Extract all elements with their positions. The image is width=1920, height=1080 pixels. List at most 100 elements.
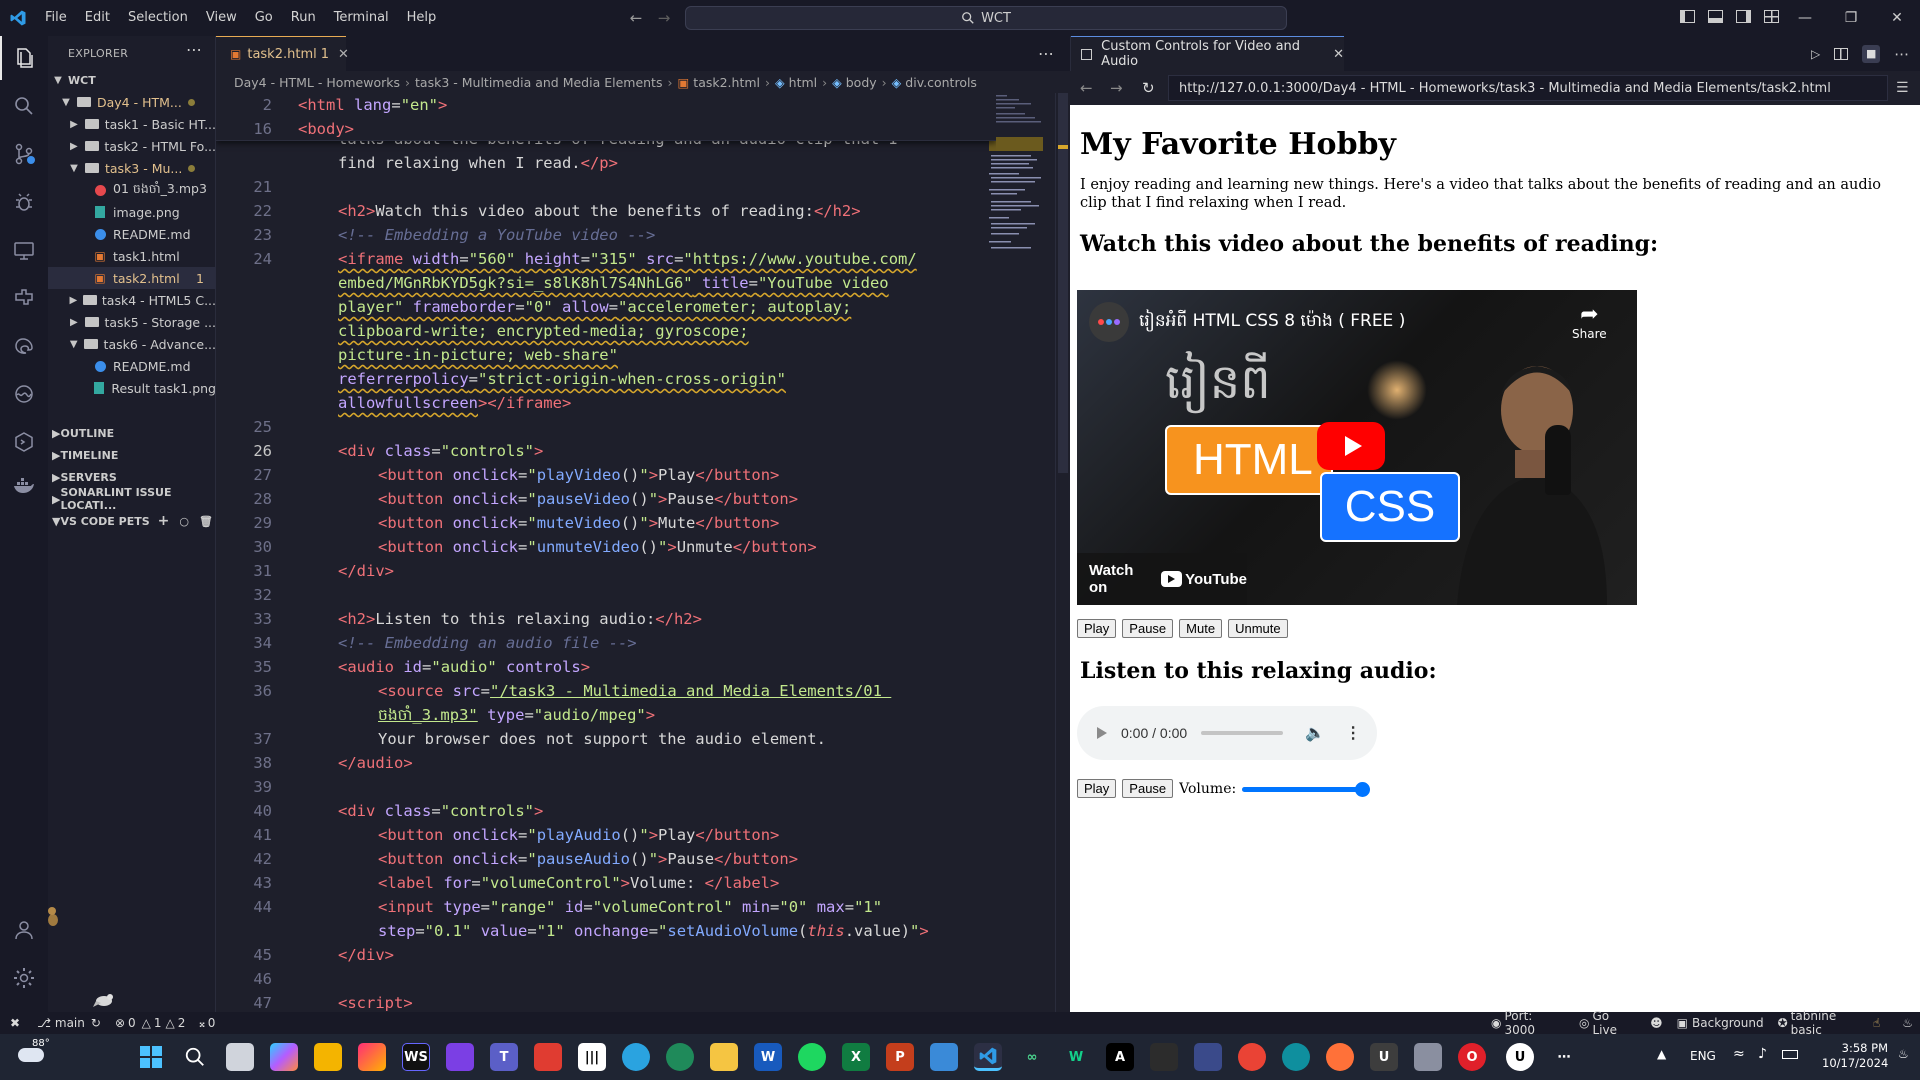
volume-icon[interactable]: ♪	[1758, 1046, 1767, 1062]
video-mute-button[interactable]: Mute	[1179, 619, 1223, 638]
settings-gear-icon[interactable]	[0, 956, 48, 1000]
youtube-play-button[interactable]	[1317, 422, 1385, 470]
preview-more-icon[interactable]: ⋯	[1894, 45, 1909, 63]
video-pause-button[interactable]: Pause	[1122, 619, 1174, 638]
run-preview-icon[interactable]: ▷	[1811, 47, 1820, 61]
share-button[interactable]: ➦ Share	[1572, 302, 1607, 341]
problems-indicator[interactable]: ⊗ 0 △ 1 △ 2	[108, 1016, 192, 1030]
add-pet-icon[interactable]: +	[158, 513, 170, 529]
volume-slider[interactable]	[1242, 781, 1371, 797]
tabnine-indicator[interactable]: ✪ tabnine basic ☝	[1771, 1009, 1888, 1037]
git-gui-app-icon[interactable]	[534, 1043, 562, 1071]
edge-devtools-icon[interactable]	[0, 324, 48, 368]
breadcrumb-item[interactable]: html	[789, 75, 817, 90]
forward-arrow-icon[interactable]: →	[650, 9, 678, 27]
notifications-bell[interactable]: ♨	[1895, 1016, 1920, 1030]
store-app-icon[interactable]	[314, 1043, 342, 1071]
tree-item[interactable]: README.md	[48, 223, 216, 245]
code-editor[interactable]: 2<html lang="en"> 16<body> talks about t…	[216, 93, 996, 1012]
video-play-button[interactable]: Play	[1077, 619, 1117, 638]
tree-item[interactable]: ▼ task6 - Advance...	[48, 333, 216, 355]
powerpoint-app-icon[interactable]: P	[886, 1043, 914, 1071]
toggle-secondary-sidebar-icon[interactable]	[1736, 10, 1751, 23]
people-app-icon[interactable]	[1414, 1043, 1442, 1071]
tree-item[interactable]: README.md	[48, 355, 216, 377]
minimize-button[interactable]: —	[1782, 0, 1828, 36]
background-indicator[interactable]: ▣ Background	[1670, 1016, 1771, 1030]
figma-app-icon[interactable]	[1150, 1043, 1178, 1071]
trash-icon[interactable]: 🗑	[199, 515, 213, 528]
minimap[interactable]	[985, 93, 1055, 1012]
menu-view[interactable]: View	[197, 0, 246, 36]
editor-scrollbar[interactable]	[1055, 93, 1069, 1012]
restore-button[interactable]: ❐	[1828, 0, 1874, 36]
tabnine-app-icon[interactable]: U	[1506, 1043, 1534, 1071]
section-sonarlint-issue-locati[interactable]: ▶ SONARLINT ISSUE LOCATI...	[48, 486, 216, 512]
spotify-app-icon[interactable]	[798, 1043, 826, 1071]
menu-file[interactable]: File	[36, 0, 76, 36]
tree-item[interactable]: ▣ task1.html	[48, 245, 216, 267]
preview-back-icon[interactable]: ←	[1080, 79, 1093, 97]
tree-item[interactable]: ▣ task2.html 1	[48, 267, 216, 289]
menu-go[interactable]: Go	[246, 0, 282, 36]
remote-explorer-icon[interactable]	[0, 228, 48, 272]
audio-play-icon[interactable]	[1097, 727, 1107, 739]
accounts-icon[interactable]	[0, 908, 48, 952]
video-unmute-button[interactable]: Unmute	[1228, 619, 1288, 638]
preview-url-field[interactable]: http://127.0.0.1:3000/Day4 - HTML - Home…	[1168, 75, 1888, 101]
customize-layout-icon[interactable]	[1764, 10, 1779, 23]
tab-preview[interactable]: Custom Controls for Video and Audio ✕	[1071, 36, 1344, 71]
tab-close-icon[interactable]: ✕	[338, 47, 349, 62]
virtualbox-app-icon[interactable]	[930, 1043, 958, 1071]
codeium-app-icon[interactable]: ∞	[1018, 1043, 1046, 1071]
visual-studio-app-icon[interactable]	[1194, 1043, 1222, 1071]
go-live-button[interactable]: ◎ Go Live	[1572, 1009, 1643, 1037]
breadcrumb-item[interactable]: task3 - Multimedia and Media Elements	[415, 75, 662, 90]
ubuntu-app-icon[interactable]: U	[1370, 1043, 1398, 1071]
run-debug-icon[interactable]	[0, 180, 48, 224]
channel-avatar[interactable]	[1089, 302, 1129, 342]
tree-item[interactable]: ▼ task3 - Mu...	[48, 157, 216, 179]
opera-app-icon[interactable]: O	[1458, 1043, 1486, 1071]
timeline-wave-icon[interactable]	[0, 372, 48, 416]
excel-app-icon[interactable]: X	[842, 1043, 870, 1071]
copilot-app-icon[interactable]	[270, 1043, 298, 1071]
lock-icon[interactable]: ■	[1862, 45, 1881, 63]
tree-item[interactable]: Result task1.png	[48, 377, 216, 399]
tree-item[interactable]: ▼ Day4 - HTM...	[48, 91, 216, 113]
tree-item[interactable]: ▶ task2 - HTML Fo...	[48, 135, 216, 157]
audio-play-button[interactable]: Play	[1077, 779, 1117, 798]
command-center-search[interactable]: WCT	[685, 6, 1287, 30]
vscode-app-icon[interactable]	[974, 1043, 1002, 1071]
menu-terminal[interactable]: Terminal	[325, 0, 398, 36]
menu-help[interactable]: Help	[398, 0, 446, 36]
audio-progress-track[interactable]	[1201, 731, 1284, 735]
video-title[interactable]: រៀនអំពី HTML CSS 8 ម៉ោង ( FREE )	[1139, 310, 1405, 335]
editor-more-icon[interactable]: ⋯	[1038, 44, 1054, 63]
notion-app-icon[interactable]: |||	[578, 1043, 606, 1071]
webstorm-app-icon[interactable]: WS	[402, 1043, 430, 1071]
ball-icon[interactable]: ○	[179, 515, 189, 528]
edge-app-icon[interactable]	[1282, 1043, 1310, 1071]
section-outline[interactable]: ▶ OUTLINE	[48, 422, 216, 444]
tree-item[interactable]: image.png	[48, 201, 216, 223]
task-view-icon[interactable]	[226, 1043, 254, 1071]
volume-slider-thumb[interactable]	[1355, 781, 1371, 797]
breadcrumb-item[interactable]: body	[846, 75, 877, 90]
taskbar-more-icon[interactable]: ⋯	[1550, 1043, 1578, 1071]
teams-app-icon[interactable]: T	[490, 1043, 518, 1071]
back-arrow-icon[interactable]: ←	[622, 9, 650, 27]
wifi-icon[interactable]: ≈	[1733, 1046, 1745, 1062]
menu-edit[interactable]: Edit	[76, 0, 119, 36]
telegram-app-icon[interactable]	[622, 1043, 650, 1071]
podcast-app-icon[interactable]	[446, 1043, 474, 1071]
workspace-root[interactable]: ▼ WCT	[48, 69, 216, 91]
section-servers[interactable]: ▶ SERVERS	[48, 466, 216, 488]
audio-pause-button[interactable]: Pause	[1122, 779, 1174, 798]
toggle-panel-icon[interactable]	[1708, 10, 1723, 23]
split-editor-icon[interactable]	[1834, 48, 1849, 60]
chrome-app-icon[interactable]	[1238, 1043, 1266, 1071]
source-control-icon[interactable]	[0, 132, 48, 176]
webflow-app-icon[interactable]: W	[1062, 1043, 1090, 1071]
audio-player[interactable]: 0:00 / 0:00 🔈 ⋮	[1077, 706, 1377, 760]
